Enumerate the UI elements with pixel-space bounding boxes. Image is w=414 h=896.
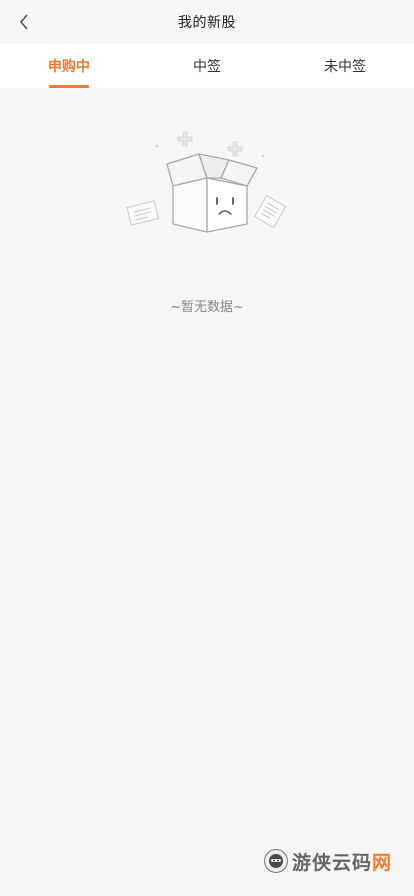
page-title: 我的新股	[178, 15, 236, 31]
nav-bar: 我的新股	[0, 0, 414, 44]
tab-bar: 申购中 中签 未中签	[0, 44, 414, 88]
watermark-text: 游侠云码网	[292, 848, 392, 875]
tab-won[interactable]: 中签	[138, 44, 276, 88]
empty-message: ~暂无数据~	[170, 300, 244, 315]
empty-state: ~暂无数据~	[0, 88, 414, 328]
watermark-accent-text: 网	[371, 851, 392, 874]
tab-subscribing-label: 申购中	[48, 59, 90, 75]
tab-won-label: 中签	[193, 59, 221, 75]
tab-not-won-label: 未中签	[324, 59, 366, 75]
tab-subscribing[interactable]: 申购中	[0, 44, 138, 88]
watermark: 游侠云码网	[263, 846, 392, 876]
ninja-logo-icon	[263, 849, 288, 873]
app-screen: 我的新股 申购中 中签 未中签 ~暂无数据~ 游侠云码网	[0, 0, 414, 896]
back-button[interactable]	[12, 8, 36, 36]
tab-not-won[interactable]: 未中签	[276, 44, 414, 88]
empty-box-icon	[126, 131, 287, 233]
chevron-left-icon	[20, 14, 28, 30]
watermark-main-text: 游侠云码	[291, 851, 372, 874]
